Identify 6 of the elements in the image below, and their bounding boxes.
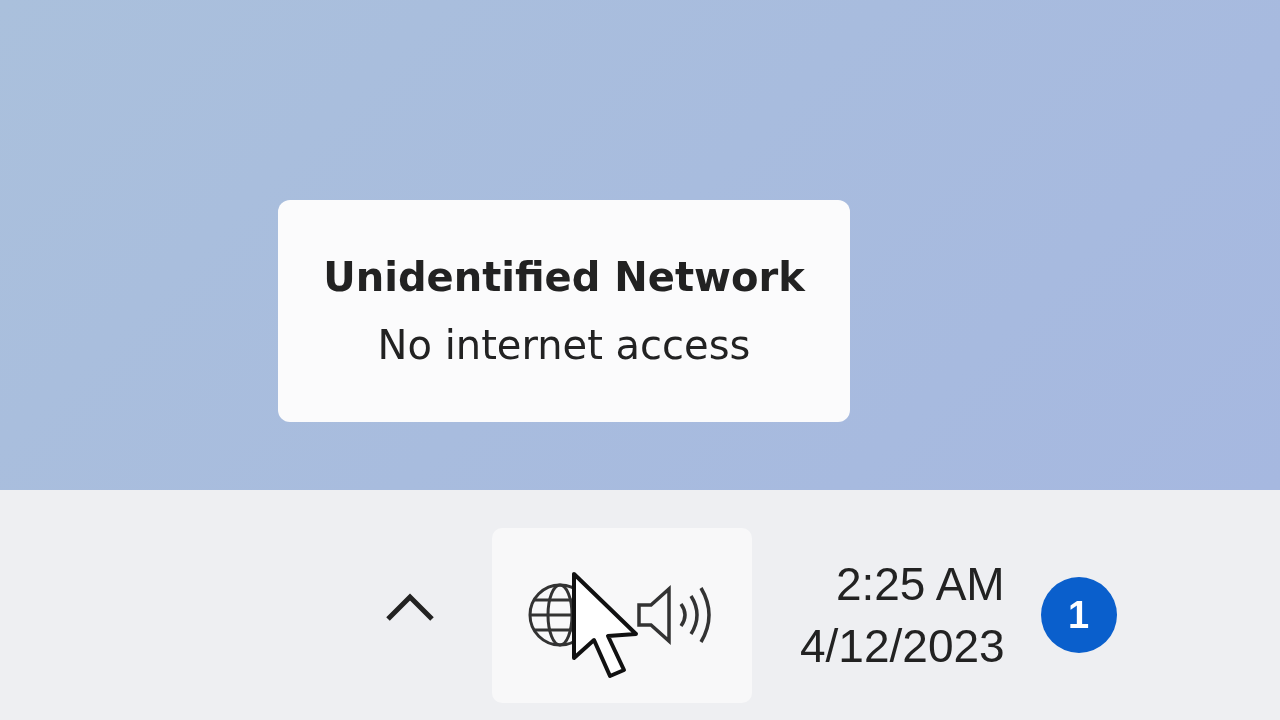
notification-badge[interactable]: 1 bbox=[1040, 577, 1117, 653]
clock-time[interactable]: 2:25 AM bbox=[835, 557, 1005, 611]
tooltip-title: Unidentified Network bbox=[323, 254, 805, 300]
clock-date[interactable]: 4/12/2023 bbox=[800, 619, 1005, 673]
tooltip-subtitle: No internet access bbox=[377, 322, 751, 368]
network-sound-button[interactable] bbox=[492, 527, 752, 703]
